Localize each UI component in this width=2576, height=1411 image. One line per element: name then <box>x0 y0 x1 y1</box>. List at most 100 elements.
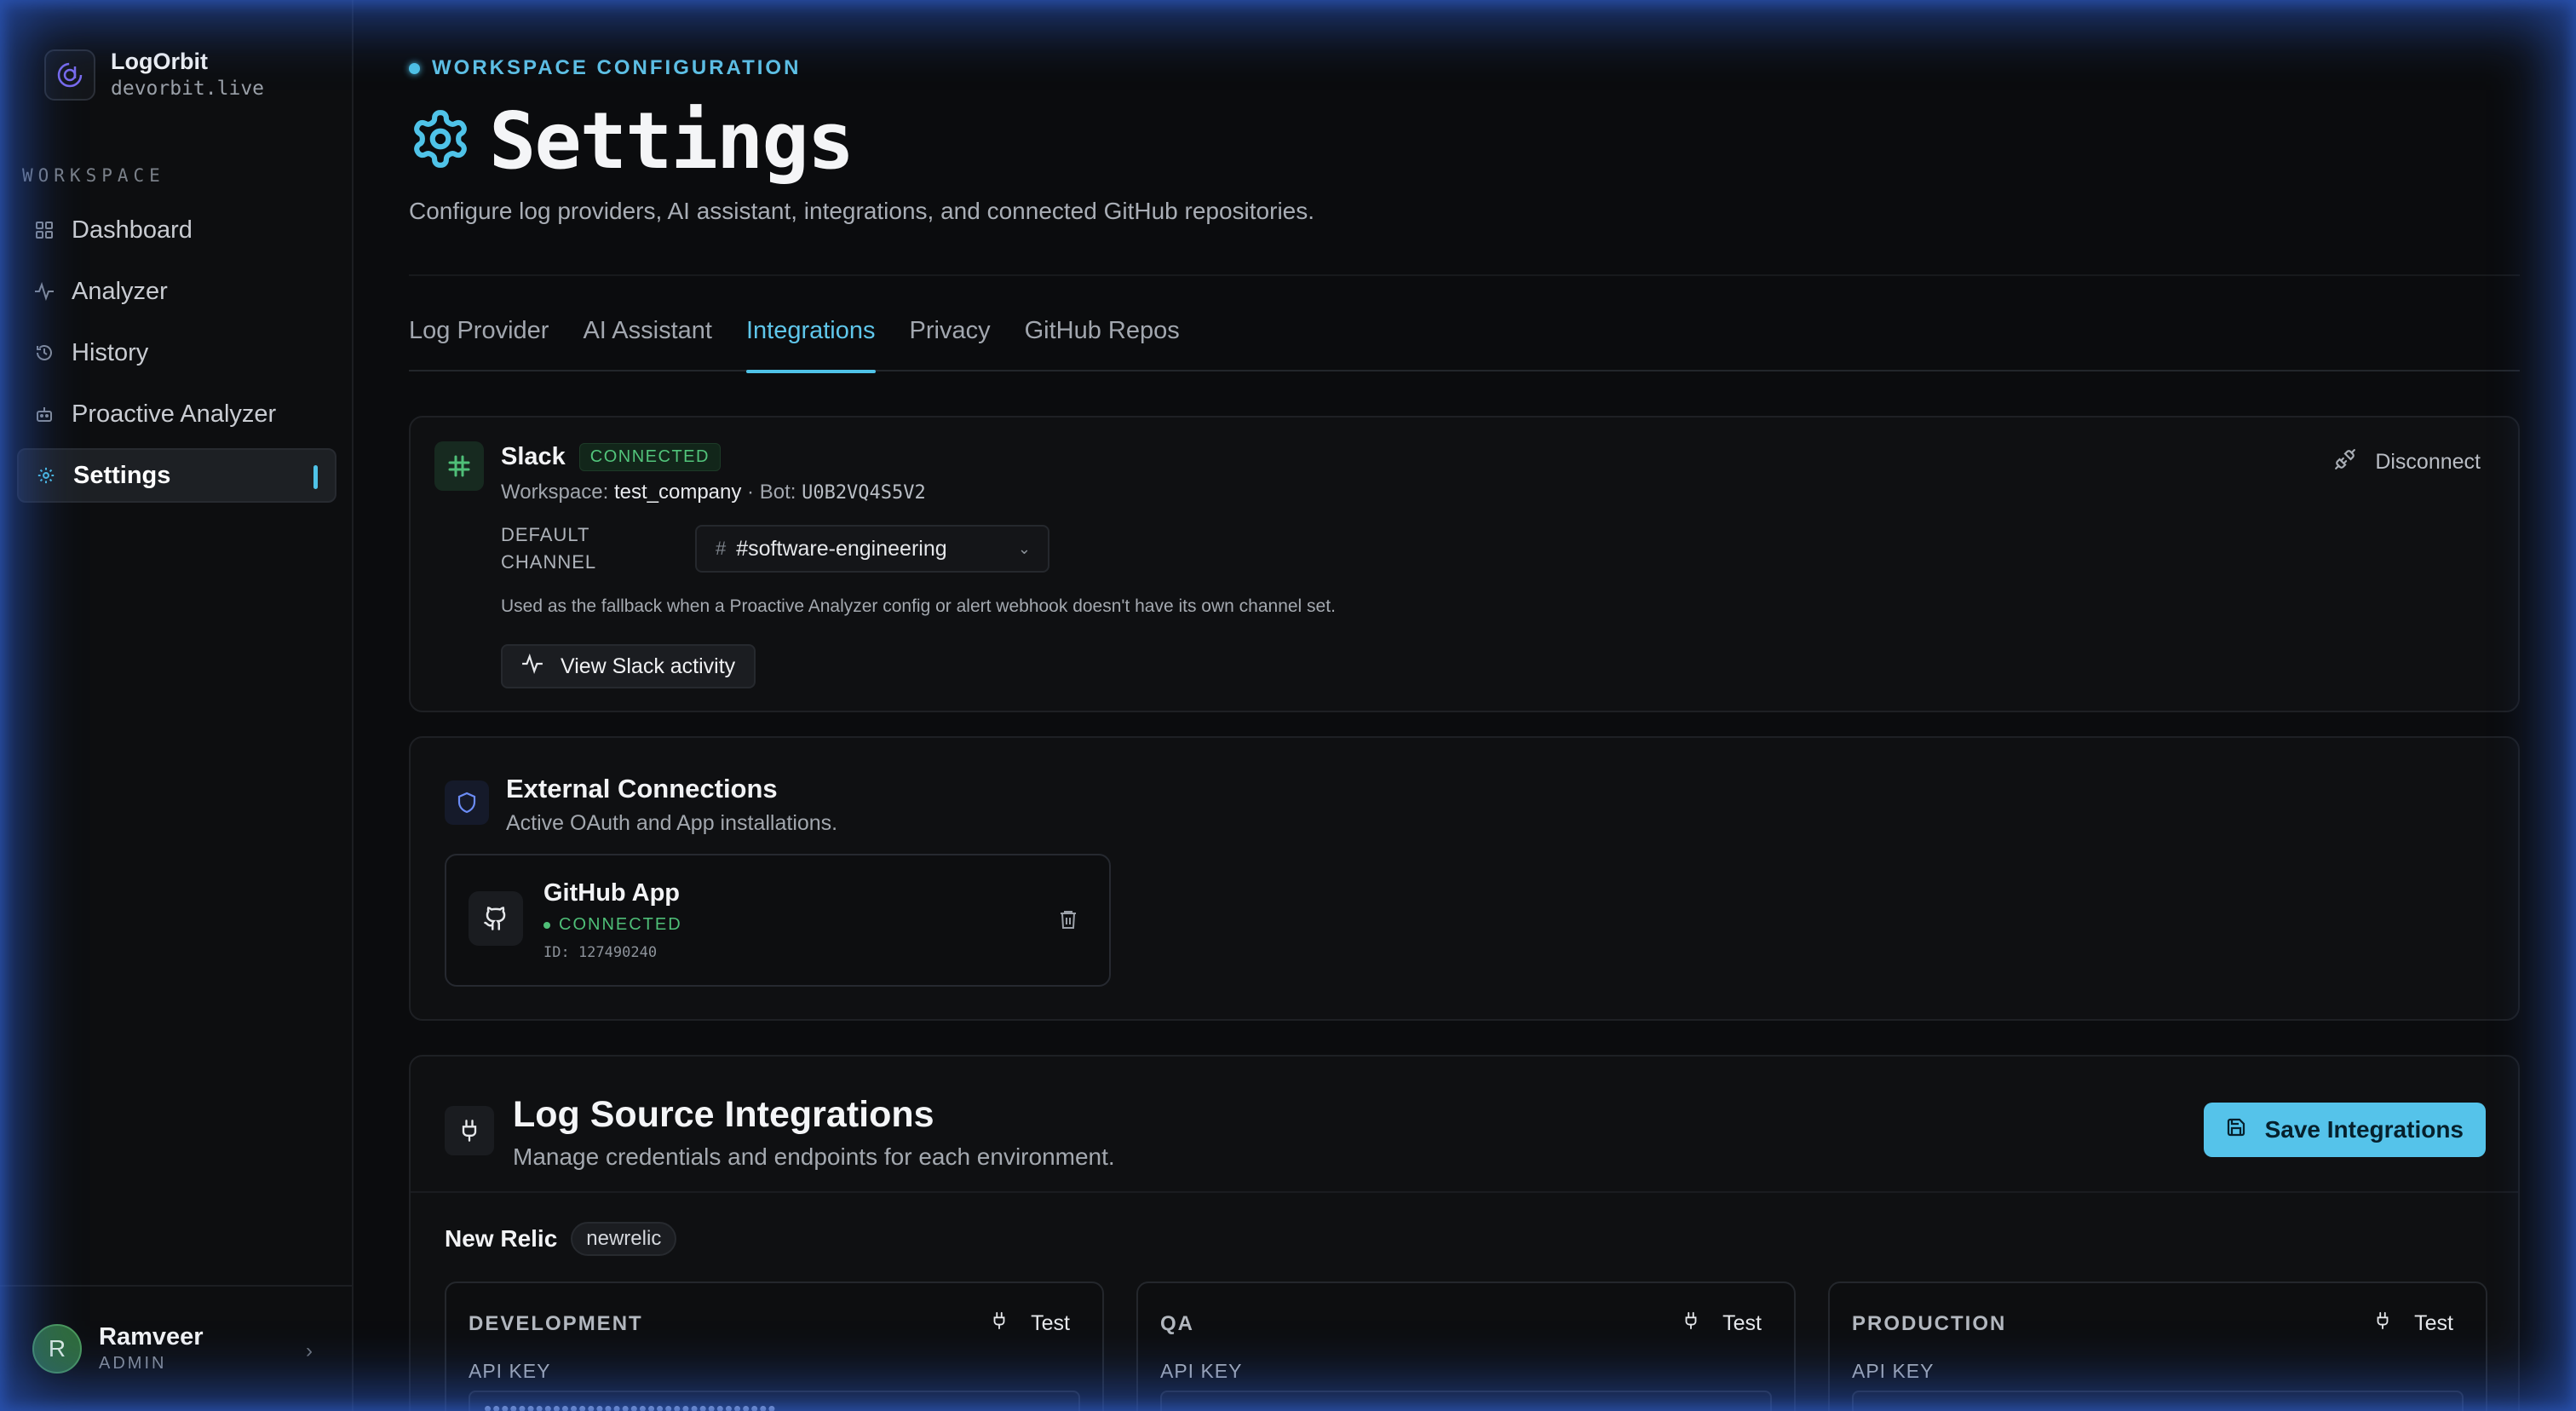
environment-card-production: PRODUCTION Test API KEY <box>1828 1281 2487 1411</box>
api-key-input[interactable]: •••••••••••••••••••••••••••••••••• <box>469 1391 1080 1411</box>
title-row: Settings <box>409 95 854 187</box>
sidebar-item-settings[interactable]: Settings <box>17 448 336 503</box>
api-key-label: API KEY <box>1160 1360 1243 1382</box>
github-app-name: GitHub App <box>543 879 680 907</box>
status-badge: CONNECTED <box>578 443 721 471</box>
page-subtitle: Configure log providers, AI assistant, i… <box>409 198 1315 224</box>
user-menu[interactable]: R Ramveer ADMIN › <box>0 1285 354 1411</box>
plug-icon <box>445 1106 494 1155</box>
test-button[interactable]: Test <box>990 1310 1070 1337</box>
section-title: Log Source Integrations <box>513 1094 934 1135</box>
tab-ai-assistant[interactable]: AI Assistant <box>583 317 712 371</box>
api-key-label: API KEY <box>469 1360 551 1382</box>
github-app-status: CONNECTED <box>543 915 682 935</box>
activity-icon <box>34 281 55 302</box>
brand-domain: devorbit.live <box>111 78 265 100</box>
button-label: View Slack activity <box>561 654 736 678</box>
save-icon <box>2226 1116 2246 1143</box>
shield-icon <box>445 780 489 825</box>
trash-icon[interactable] <box>1058 908 1078 935</box>
default-channel-label-line1: DEFAULT <box>501 524 590 545</box>
button-label: Test <box>1031 1311 1070 1335</box>
tab-log-provider[interactable]: Log Provider <box>409 317 549 371</box>
api-key-input[interactable] <box>1852 1391 2464 1411</box>
workspace-value: test_company <box>613 481 742 504</box>
bot-icon <box>34 404 55 424</box>
slack-meta: Workspace: test_company · Bot: U0B2VQ4S5… <box>501 481 926 504</box>
sidebar-item-dashboard[interactable]: Dashboard <box>17 203 336 257</box>
external-connections-card: External Connections Active OAuth and Ap… <box>409 736 2520 1021</box>
default-channel-label-line2: CHANNEL <box>501 551 597 573</box>
sidebar-item-analyzer[interactable]: Analyzer <box>17 264 336 319</box>
user-name: Ramveer <box>99 1323 204 1351</box>
sidebar-item-proactive-analyzer[interactable]: Proactive Analyzer <box>17 387 336 441</box>
chevron-right-icon: › <box>306 1339 313 1362</box>
disconnect-button[interactable]: Disconnect <box>2334 448 2481 476</box>
status-text: CONNECTED <box>559 915 682 934</box>
bot-id: U0B2VQ4S5V2 <box>802 482 926 504</box>
environment-name: DEVELOPMENT <box>469 1312 643 1335</box>
settings-gear-icon <box>409 107 472 175</box>
channel-value: #software-engineering <box>736 536 947 561</box>
button-label: Save Integrations <box>2264 1116 2464 1143</box>
channel-help-text: Used as the fallback when a Proactive An… <box>501 596 1336 616</box>
slack-icon <box>434 441 484 491</box>
grid-icon <box>34 220 55 240</box>
brand[interactable]: LogOrbit devorbit.live <box>44 48 264 102</box>
button-label: Test <box>1722 1311 1762 1335</box>
eyebrow-text: WORKSPACE CONFIGURATION <box>432 56 802 79</box>
environment-name: QA <box>1160 1312 1194 1335</box>
sidebar: LogOrbit devorbit.live WORKSPACE Dashboa… <box>0 0 354 1411</box>
divider <box>409 274 2520 276</box>
hash-icon: # <box>716 538 727 559</box>
environment-name: PRODUCTION <box>1852 1312 2007 1335</box>
github-icon <box>469 891 523 946</box>
api-key-input[interactable] <box>1160 1391 1772 1411</box>
settings-tabs: Log Provider AI Assistant Integrations P… <box>409 317 2520 373</box>
eyebrow: WORKSPACE CONFIGURATION <box>409 56 801 80</box>
slack-header: Slack CONNECTED <box>501 443 721 471</box>
tab-privacy[interactable]: Privacy <box>910 317 991 371</box>
plug-icon <box>990 1310 1009 1337</box>
plug-icon <box>2373 1310 2392 1337</box>
environment-card-qa: QA Test API KEY <box>1136 1281 1796 1411</box>
user-role: ADMIN <box>99 1354 167 1373</box>
sidebar-nav: Dashboard Analyzer History Proactive Ana… <box>17 203 336 510</box>
default-channel-select[interactable]: # #software-engineering ⌄ <box>695 525 1049 573</box>
page-title: Settings <box>489 95 854 187</box>
view-slack-activity-button[interactable]: View Slack activity <box>501 644 756 688</box>
chevron-down-icon: ⌄ <box>1017 539 1031 557</box>
sidebar-item-label: Dashboard <box>72 216 193 244</box>
sidebar-item-label: Analyzer <box>72 277 168 305</box>
github-app-card: GitHub App CONNECTED ID: 127490240 <box>445 854 1111 987</box>
github-app-id: ID: 127490240 <box>543 944 658 961</box>
button-label: Test <box>2414 1311 2453 1335</box>
test-button[interactable]: Test <box>1682 1310 1762 1337</box>
slack-name: Slack <box>501 443 566 470</box>
log-source-integrations-card: Log Source Integrations Manage credentia… <box>409 1055 2520 1411</box>
section-subtitle: Active OAuth and App installations. <box>506 811 838 835</box>
active-indicator <box>313 465 318 489</box>
save-integrations-button[interactable]: Save Integrations <box>2203 1103 2486 1157</box>
provider-name: New Relic <box>445 1225 558 1252</box>
activity-icon <box>521 653 543 680</box>
test-button[interactable]: Test <box>2373 1310 2453 1337</box>
plug-icon <box>1682 1310 1700 1337</box>
history-icon <box>34 343 55 363</box>
tab-github-repos[interactable]: GitHub Repos <box>1025 317 1180 371</box>
nav-section-heading: WORKSPACE <box>22 165 165 186</box>
sidebar-item-history[interactable]: History <box>17 325 336 380</box>
tab-integrations[interactable]: Integrations <box>745 317 876 373</box>
logorbit-logo-icon <box>44 49 95 101</box>
masked-value: •••••••••••••••••••••••••••••••••• <box>484 1396 777 1411</box>
brand-name: LogOrbit <box>111 49 208 74</box>
gear-icon <box>36 465 56 486</box>
status-dot <box>409 62 420 74</box>
sidebar-item-label: History <box>72 338 149 366</box>
section-subtitle: Manage credentials and endpoints for eac… <box>513 1143 1115 1170</box>
avatar: R <box>32 1324 82 1374</box>
provider-row: New Relic newrelic <box>445 1222 677 1256</box>
section-title: External Connections <box>506 774 778 803</box>
bot-label: · Bot: <box>747 481 796 504</box>
unplug-icon <box>2334 448 2356 476</box>
